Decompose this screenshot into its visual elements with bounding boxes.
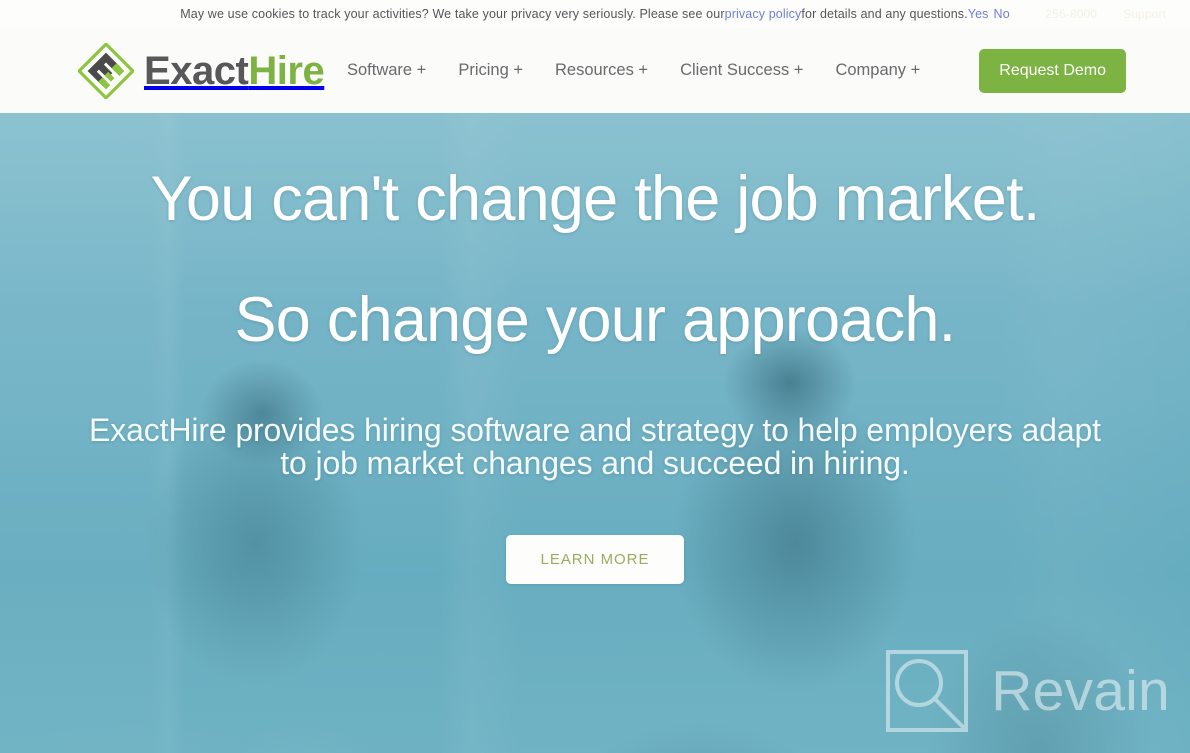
- brand-logo[interactable]: ExactHire: [76, 41, 325, 100]
- cookie-message-part1: May we use cookies to track your activit…: [180, 7, 725, 21]
- utility-bar: 256-8000 Support: [1045, 0, 1166, 28]
- hero-subheadline: ExactHire provides hiring software and s…: [60, 411, 1130, 482]
- brand-name-second: Hire: [248, 48, 325, 93]
- cookie-accept-button[interactable]: Yes: [968, 7, 989, 21]
- learn-more-button[interactable]: LEARN MORE: [505, 534, 685, 584]
- support-link[interactable]: Support: [1123, 7, 1166, 21]
- hero-headline-line2: So change your approach.: [234, 284, 957, 355]
- hero-cta-wrapper: LEARN MORE: [0, 534, 1190, 584]
- privacy-policy-link[interactable]: privacy policy: [725, 7, 802, 21]
- brand-name: ExactHire: [144, 48, 325, 93]
- nav-item-pricing[interactable]: Pricing +: [458, 61, 523, 80]
- cookie-message-part2: for details and any questions.: [801, 7, 968, 21]
- hero-headline-line1: You can't change the job market.: [150, 164, 1040, 234]
- page-root: May we use cookies to track your activit…: [0, 0, 1190, 753]
- nav-item-company[interactable]: Company +: [835, 61, 920, 80]
- brand-name-first: Exact: [144, 48, 249, 93]
- hero-content: You can't change the job market. So chan…: [0, 113, 1190, 584]
- exacthire-diamond-icon: [76, 41, 136, 100]
- nav-item-client-success[interactable]: Client Success +: [680, 61, 803, 80]
- nav-item-resources[interactable]: Resources +: [555, 61, 648, 80]
- hero-section: You can't change the job market. So chan…: [0, 113, 1190, 753]
- request-demo-button[interactable]: Request Demo: [979, 48, 1126, 93]
- site-header: ExactHire Software + Pricing + Resources…: [0, 28, 1190, 113]
- hero-subheadline-line2: to job market changes and succeed in hir…: [280, 445, 910, 482]
- cookie-consent-bar: May we use cookies to track your activit…: [0, 0, 1190, 28]
- main-navigation: Software + Pricing + Resources + Client …: [347, 48, 1126, 93]
- phone-number[interactable]: 256-8000: [1045, 7, 1097, 21]
- hero-subheadline-line1: ExactHire provides hiring software and s…: [89, 411, 1101, 448]
- nav-item-software[interactable]: Software +: [347, 61, 426, 80]
- cookie-decline-button[interactable]: No: [994, 7, 1010, 21]
